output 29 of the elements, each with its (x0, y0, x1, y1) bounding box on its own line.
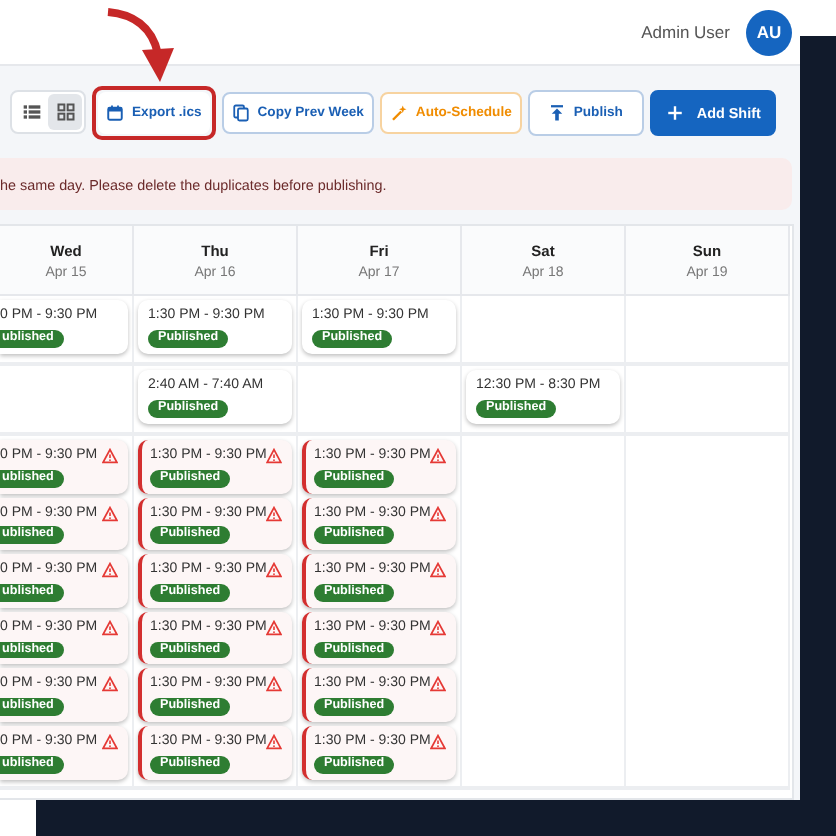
warning-icon (430, 448, 446, 464)
warning-icon (266, 562, 282, 579)
calendar-icon (106, 103, 124, 121)
warning-icon (430, 734, 446, 751)
user-avatar[interactable]: AU (746, 9, 792, 55)
warning-icon (102, 619, 118, 636)
grid-icon (55, 102, 75, 122)
warning-icon (266, 734, 282, 751)
warning-icon (102, 562, 118, 579)
grid-view-button[interactable] (48, 94, 82, 130)
warning-icon (430, 619, 446, 636)
warning-icon (266, 505, 282, 522)
warning-icon (430, 562, 446, 579)
warning-icon (102, 734, 118, 751)
plus-icon (666, 103, 685, 121)
user-name: Admin User (641, 22, 730, 42)
warning-icon (266, 619, 282, 636)
list-icon (21, 102, 41, 122)
warning-icon (266, 448, 282, 464)
warning-icon (430, 505, 446, 522)
wand-icon (389, 103, 408, 121)
copy-icon (231, 103, 250, 121)
warning-icon (102, 676, 118, 693)
warning-icon (102, 448, 118, 464)
upload-icon (547, 103, 566, 121)
warning-icon (102, 505, 118, 522)
warning-icon (266, 676, 282, 693)
callout-arrow (107, 8, 174, 82)
warning-icon (430, 676, 446, 693)
